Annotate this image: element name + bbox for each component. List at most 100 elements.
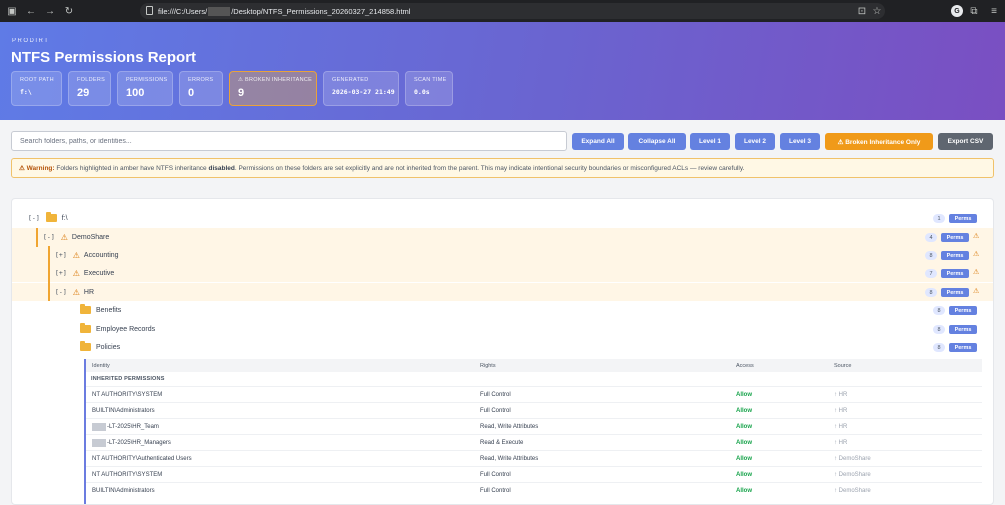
- source-cell: ↑ HR: [834, 391, 848, 398]
- screenshot-icon[interactable]: ⊡: [855, 4, 869, 18]
- perms-button[interactable]: Perms: [941, 288, 969, 297]
- warning-text-2: . Permissions on these folders are set e…: [234, 164, 745, 172]
- warning-banner: ⚠ Warning: Folders highlighted in amber …: [11, 158, 994, 178]
- folder-icon: [80, 341, 91, 351]
- tree-row-demoshare[interactable]: [-] ⚠ DemoShare 4 Perms ⚠: [12, 228, 993, 246]
- redacted-domain: [92, 438, 106, 447]
- collapse-toggle[interactable]: [-]: [55, 288, 67, 296]
- identity-cell: -LT-2025\HR_Managers: [92, 435, 171, 450]
- extensions-icon[interactable]: ⧉: [967, 4, 981, 18]
- tree-row-benefits[interactable]: Benefits 8 Perms: [12, 301, 993, 319]
- identity-cell: BUILTIN\Administrators: [92, 407, 155, 414]
- page-title: NTFS Permissions Report: [11, 49, 197, 66]
- source-cell: ↑ HR: [834, 439, 848, 446]
- warning-icon: ⚠: [60, 232, 68, 242]
- collapse-toggle[interactable]: [-]: [28, 214, 40, 222]
- folder-tree-panel: [-] f:\ 1 Perms [-] ⚠ DemoShare 4 Perms …: [11, 198, 994, 505]
- expand-toggle[interactable]: [+]: [55, 269, 67, 277]
- tree-guide-line: [36, 228, 38, 247]
- table-row: BUILTIN\Administrators Full Control Allo…: [86, 482, 982, 498]
- perms-button[interactable]: Perms: [941, 269, 969, 278]
- tree-row-policies[interactable]: Policies 8 Perms: [12, 338, 993, 356]
- folder-name: Employee Records: [96, 325, 156, 333]
- identity-cell: NT AUTHORITY\Authenticated Users: [92, 455, 192, 462]
- search-input[interactable]: [11, 131, 567, 151]
- section-inherited-permissions: INHERITED PERMISSIONS: [91, 376, 165, 382]
- brand-label: PRODIRT: [12, 38, 50, 44]
- profile-avatar[interactable]: G: [951, 5, 963, 17]
- broken-inheritance-icon: ⚠: [973, 251, 980, 258]
- back-icon[interactable]: ←: [24, 4, 38, 18]
- identity-text: -LT-2025\HR_Managers: [107, 439, 171, 446]
- access-cell: Allow: [736, 407, 752, 414]
- table-row: NT AUTHORITY\SYSTEM Full Control Allow ↑…: [86, 386, 982, 402]
- stat-label: ERRORS: [188, 77, 214, 83]
- stat-broken-inheritance: ⚠ BROKEN INHERITANCE 9: [229, 71, 317, 106]
- folder-name: f:\: [61, 214, 68, 222]
- permissions-table: Identity Rights Access Source INHERITED …: [84, 359, 982, 504]
- redacted-username: [208, 6, 231, 16]
- sidebar-toggle-icon[interactable]: ▣: [5, 4, 19, 18]
- perms-button[interactable]: Perms: [941, 251, 969, 260]
- perms-button[interactable]: Perms: [949, 343, 977, 352]
- broken-inheritance-only-button[interactable]: ⚠ Broken Inheritance Only: [825, 133, 933, 150]
- identity-cell: NT AUTHORITY\SYSTEM: [92, 471, 163, 478]
- tree-row-employee-records[interactable]: Employee Records 8 Perms: [12, 320, 993, 338]
- level-2-button[interactable]: Level 2: [735, 133, 775, 150]
- perms-button[interactable]: Perms: [949, 306, 977, 315]
- rights-cell: Read, Write Attributes: [480, 455, 539, 462]
- access-cell: Allow: [736, 439, 752, 446]
- folder-name: Executive: [83, 269, 115, 277]
- perm-count-badge: 8: [933, 325, 945, 334]
- table-row: -LT-2025\HR_Team Read, Write Attributes …: [86, 418, 982, 434]
- export-csv-button[interactable]: Export CSV: [938, 133, 993, 150]
- collapse-all-button[interactable]: Collapse All: [628, 133, 686, 150]
- table-row: NT AUTHORITY\Authenticated Users Read, W…: [86, 450, 982, 466]
- level-1-button[interactable]: Level 1: [690, 133, 730, 150]
- stat-value: f:\: [20, 88, 32, 96]
- perm-count-badge: 1: [933, 214, 945, 223]
- file-icon: [146, 6, 153, 15]
- reload-icon[interactable]: ↻: [62, 4, 76, 18]
- access-cell: Allow: [736, 455, 752, 462]
- broken-inheritance-icon: ⚠: [973, 269, 980, 276]
- expand-all-button[interactable]: Expand All: [572, 133, 624, 150]
- stat-value: 9: [238, 87, 245, 99]
- table-row: BUILTIN\Administrators Full Control Allo…: [86, 402, 982, 418]
- bookmark-star-icon[interactable]: ☆: [870, 4, 884, 18]
- source-cell: ↑ DemoShare: [834, 471, 871, 478]
- broken-inheritance-icon: ⚠: [973, 288, 980, 295]
- folder-icon: [80, 323, 91, 333]
- source-cell: ↑ DemoShare: [834, 455, 871, 462]
- forward-icon[interactable]: →: [43, 4, 57, 18]
- perm-count-badge: 4: [925, 233, 937, 242]
- perms-button[interactable]: Perms: [941, 233, 969, 242]
- collapse-toggle[interactable]: [-]: [43, 233, 55, 241]
- folder-icon: [45, 212, 57, 222]
- address-bar[interactable]: file:///C:/Users/ /Desktop/NTFS_Permissio…: [140, 3, 885, 19]
- level-3-button[interactable]: Level 3: [780, 133, 820, 150]
- tree-row-accounting[interactable]: [+] ⚠ Accounting 8 Perms ⚠: [12, 246, 993, 264]
- rights-cell: Full Control: [480, 471, 511, 478]
- stat-value: 2026-03-27 21:49: [332, 88, 395, 96]
- stat-folders: FOLDERS 29: [68, 71, 111, 106]
- rights-cell: Read & Execute: [480, 439, 524, 446]
- header-access: Access: [736, 362, 754, 369]
- perms-button[interactable]: Perms: [949, 214, 977, 223]
- folder-name: Accounting: [83, 251, 119, 259]
- perm-count-badge: 8: [925, 251, 937, 260]
- toolbar: Expand All Collapse All Level 1 Level 2 …: [11, 131, 994, 151]
- menu-icon[interactable]: ≡: [987, 4, 1001, 18]
- perm-count-badge: 8: [933, 343, 945, 352]
- tree-row-executive[interactable]: [+] ⚠ Executive 7 Perms ⚠: [12, 264, 993, 282]
- tree-row-hr[interactable]: [-] ⚠ HR 8 Perms ⚠: [12, 283, 993, 301]
- identity-cell: -LT-2025\HR_Team: [92, 419, 159, 434]
- warning-text-1: Folders highlighted in amber have NTFS i…: [54, 164, 209, 172]
- folder-icon: [80, 304, 91, 314]
- tree-row-root[interactable]: [-] f:\ 1 Perms: [12, 209, 993, 227]
- expand-toggle[interactable]: [+]: [55, 251, 67, 259]
- redacted-domain: [92, 422, 106, 431]
- warning-prefix: ⚠ Warning:: [19, 165, 55, 172]
- perms-button[interactable]: Perms: [949, 325, 977, 334]
- stat-label: SCAN TIME: [414, 77, 447, 83]
